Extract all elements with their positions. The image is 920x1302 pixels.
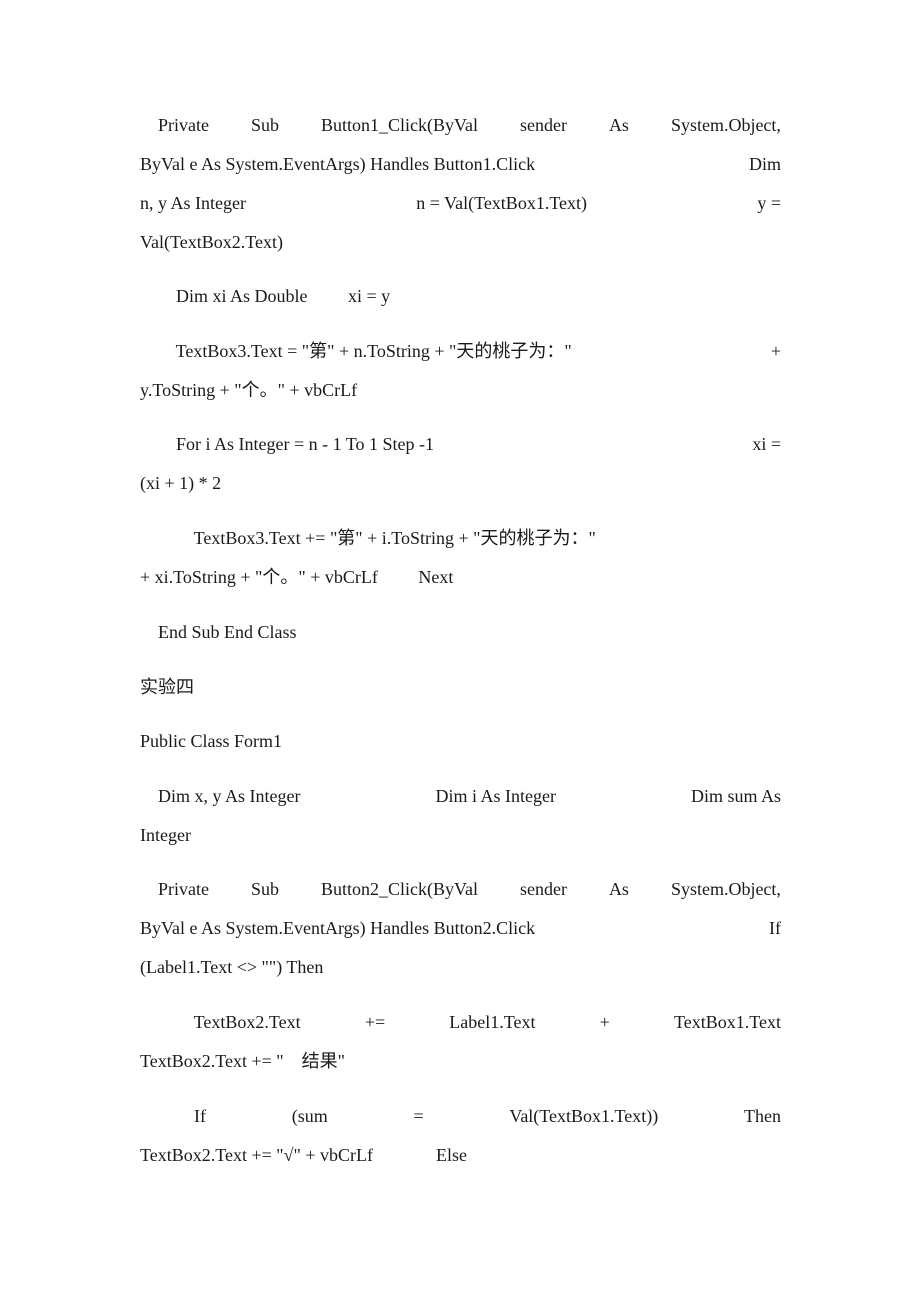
text-line: y.ToString + "个。" + vbCrLf [140,371,781,410]
text-segment: Val(TextBox1.Text)) [509,1106,659,1126]
text-segment: Dim xi As Double xi = y [140,286,391,306]
paragraph-heading-experiment-4: 实验四 [140,668,781,707]
text-segment: Val(TextBox2.Text) [140,232,283,252]
paragraph-textbox3-append: TextBox3.Text += "第" + i.ToString + "天的桃… [140,519,781,597]
text-segment: If [140,1106,206,1126]
paragraph-public-class: Public Class Form1 [140,722,781,761]
text-segment: System.Object, [670,115,781,135]
text-segment: 实验四 [140,677,194,697]
text-line: (xi + 1) * 2 [140,464,781,503]
paragraph-textbox3-assign: TextBox3.Text = "第" + n.ToString + "天的桃子… [140,332,781,410]
text-segment: sender [519,879,567,899]
text-segment: += [364,1012,386,1032]
text-segment: TextBox1.Text [674,1012,781,1032]
text-segment: Dim i As Integer [435,786,556,806]
text-segment: (Label1.Text <> "") Then [140,957,324,977]
text-segment: n = Val(TextBox1.Text) [416,193,588,213]
text-line: + xi.ToString + "个。" + vbCrLf Next [140,558,781,597]
text-segment: As [608,879,629,899]
text-segment: = [413,1106,424,1126]
text-line: Private Sub Button1_Click(ByVal sender As Sys… [140,106,781,145]
text-segment: Private [140,115,209,135]
text-line: If (sum = Val(TextBox1.Text)) Then [140,1097,781,1136]
text-segment: + [599,1012,610,1032]
text-segment: xi = [752,434,781,454]
paragraph-dim-vars: Dim x, y As Integer Dim i As Integer Dim s… [140,777,781,855]
text-segment: Private [140,879,209,899]
text-segment: ByVal e As System.EventArgs) Handles But… [140,918,536,938]
text-segment: For i As Integer = n - 1 To 1 Step -1 [140,434,435,454]
text-line: TextBox2.Text += " 结果" [140,1042,781,1081]
paragraph-dim-xi: Dim xi As Double xi = y [140,277,781,316]
text-segment: sender [519,115,567,135]
document-page: Private Sub Button1_Click(ByVal sender As Sys… [0,0,920,1302]
paragraph-if-sum: If (sum = Val(TextBox1.Text)) Then TextBox2.T… [140,1097,781,1175]
text-segment: (xi + 1) * 2 [140,473,222,493]
text-segment: ByVal e As System.EventArgs) Handles But… [140,154,536,174]
paragraph-end-sub: End Sub End Class [140,613,781,652]
text-line: n, y As Integer n = Val(TextBox1.Text) y = [140,184,781,223]
text-segment: As [608,115,629,135]
text-segment: TextBox2.Text += " 结果" [140,1051,345,1071]
text-segment: y = [757,193,781,213]
text-segment: n, y As Integer [140,193,246,213]
text-line: Dim x, y As Integer Dim i As Integer Dim s… [140,777,781,816]
text-segment: Sub [250,115,279,135]
text-line: TextBox2.Text += "√" + vbCrLf Else [140,1136,781,1175]
text-segment: Public Class Form1 [140,731,283,751]
text-line: TextBox3.Text += "第" + i.ToString + "天的桃… [140,519,781,558]
text-segment: Dim x, y As Integer [140,786,301,806]
text-line: TextBox2.Text += Label1.Text + TextBox1.Text [140,1003,781,1042]
text-line: ByVal e As System.EventArgs) Handles But… [140,909,781,948]
text-segment: Then [743,1106,781,1126]
text-segment: Integer [140,825,191,845]
text-line: End Sub End Class [140,613,781,652]
text-segment: y.ToString + "个。" + vbCrLf [140,380,358,400]
text-segment: End Sub End Class [140,622,297,642]
text-line: Integer [140,816,781,855]
text-line: (Label1.Text <> "") Then [140,948,781,987]
text-segment: Dim sum As [690,786,781,806]
text-segment: Sub [250,879,279,899]
text-segment: + [770,341,781,361]
text-line: Val(TextBox2.Text) [140,223,781,262]
text-segment: Dim [748,154,781,174]
text-segment: (sum [291,1106,328,1126]
paragraph-button1-click: Private Sub Button1_Click(ByVal sender As Sys… [140,106,781,262]
text-line: TextBox3.Text = "第" + n.ToString + "天的桃子… [140,332,781,371]
paragraph-textbox2-append: TextBox2.Text += Label1.Text + TextBox1.Text… [140,1003,781,1081]
text-segment: Button1_Click(ByVal [320,115,478,135]
text-line: Dim xi As Double xi = y [140,277,781,316]
text-line: ByVal e As System.EventArgs) Handles But… [140,145,781,184]
paragraph-for-loop: For i As Integer = n - 1 To 1 Step -1 xi … [140,425,781,503]
text-segment: Label1.Text [449,1012,536,1032]
text-segment: Button2_Click(ByVal [320,879,478,899]
text-line: Public Class Form1 [140,722,781,761]
text-segment: TextBox2.Text [140,1012,301,1032]
text-line: For i As Integer = n - 1 To 1 Step -1 xi … [140,425,781,464]
text-segment: If [769,918,781,938]
text-line: 实验四 [140,668,781,707]
text-segment: TextBox3.Text += "第" + i.ToString + "天的桃… [140,528,596,548]
paragraph-button2-click: Private Sub Button2_Click(ByVal sender As Sys… [140,870,781,987]
text-segment: + xi.ToString + "个。" + vbCrLf Next [140,567,454,587]
text-segment: System.Object, [670,879,781,899]
text-line: Private Sub Button2_Click(ByVal sender As Sys… [140,870,781,909]
text-segment: TextBox2.Text += "√" + vbCrLf Else [140,1145,467,1165]
text-segment: TextBox3.Text = "第" + n.ToString + "天的桃子… [140,341,572,361]
